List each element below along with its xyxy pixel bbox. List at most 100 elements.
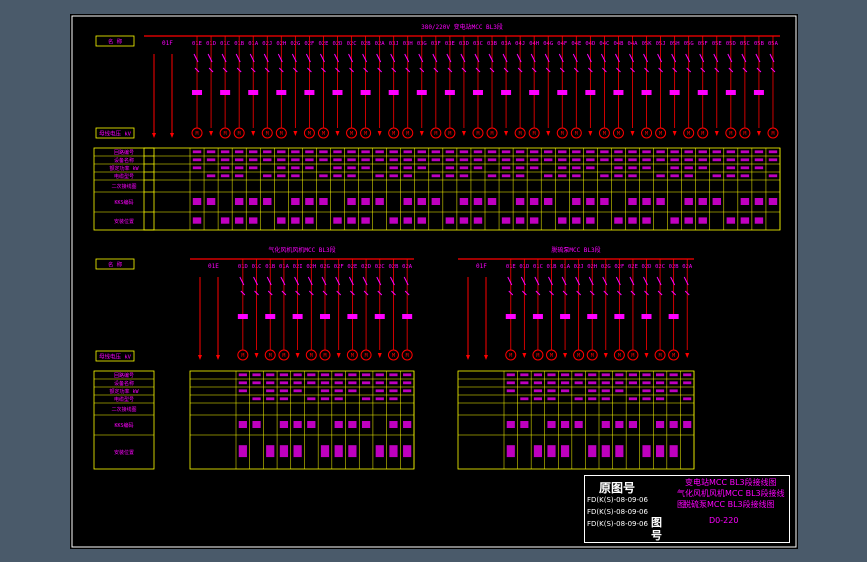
incomer-arrow	[216, 355, 220, 360]
table-cell-text	[361, 217, 370, 224]
table-cell-text	[431, 150, 441, 154]
table-cell-text	[293, 373, 302, 377]
table-cell-text	[684, 158, 693, 162]
table-cell-text	[600, 198, 609, 205]
table-cell-text	[277, 174, 286, 178]
table-cell-text	[501, 166, 511, 170]
motor-label: M	[406, 353, 409, 359]
table-cell-text	[249, 166, 258, 170]
table-cell-text	[291, 166, 300, 170]
table-cell-text	[389, 389, 398, 393]
table-cell-text	[361, 166, 370, 170]
drawing-frame: 名 称母线电压 kV 名 称母线电压 kV 380/220V 变电站MCC BL3段…	[70, 14, 798, 549]
table-cell-text	[628, 373, 637, 377]
table-cell-text	[600, 150, 609, 154]
table-cell-text	[277, 150, 286, 154]
table-cell-text	[334, 373, 343, 377]
table-cell-text	[712, 174, 721, 178]
table-cell-text	[642, 198, 651, 205]
table-cell-text	[615, 381, 624, 385]
table-cell-text	[656, 373, 665, 377]
thermal-relay	[248, 90, 259, 95]
table-cell-text	[614, 150, 623, 154]
table-cell-text	[293, 445, 302, 458]
thermal-relay	[614, 314, 625, 319]
table-cell-text	[529, 166, 539, 170]
table-cell-text	[615, 421, 624, 428]
feeder-arrow	[756, 131, 761, 136]
thermal-relay	[374, 314, 385, 319]
thermal-relay	[237, 314, 248, 319]
thermal-relay	[304, 90, 315, 95]
table-cell-text	[558, 217, 567, 224]
feeder-arrow	[672, 131, 677, 136]
table-cell-text	[403, 445, 412, 458]
table-cell-text	[234, 158, 244, 162]
table-cell-text	[361, 158, 370, 162]
table-cell-text	[238, 373, 247, 377]
table-cell-text	[279, 373, 289, 377]
table-cell-text	[445, 166, 455, 170]
table-cell-text	[277, 217, 286, 224]
thermal-relay	[472, 90, 483, 95]
breaker-symbol	[586, 53, 592, 63]
row-label: 额定功率 kW	[109, 165, 139, 172]
thermal-relay	[444, 90, 455, 95]
panel-header: 380/220V 变电站MCC BL3段	[421, 23, 503, 31]
table-cell-text	[601, 373, 610, 377]
breaker-symbol	[629, 276, 635, 286]
table-cell-text	[206, 198, 216, 205]
thermal-relay	[753, 90, 764, 95]
table-cell-text	[375, 174, 384, 178]
table-cell-text	[320, 445, 330, 458]
table-cell-text	[628, 421, 637, 428]
label-text: 名 称	[108, 38, 123, 46]
table-cell-text	[403, 389, 412, 393]
feeder-arrow	[546, 131, 551, 136]
table-cell-text	[389, 150, 398, 154]
breaker-symbol	[671, 53, 677, 63]
table-cell-text	[572, 174, 581, 178]
table-cell-text	[266, 373, 275, 377]
table-cell-text	[628, 397, 637, 401]
table-cell-text	[670, 158, 679, 162]
table-cell-text	[375, 198, 384, 205]
feeder-arrow	[522, 353, 527, 358]
table-cell-text	[656, 158, 665, 162]
table-cell-text	[487, 150, 497, 154]
table-cell-text	[533, 373, 542, 377]
table-cell-text	[558, 158, 567, 162]
table-cell-text	[417, 166, 426, 170]
table-cell-text	[347, 166, 356, 170]
table-cell-text	[361, 421, 371, 428]
table-cell-text	[206, 150, 216, 154]
motor-label: M	[687, 131, 690, 137]
table-cell-text	[754, 198, 764, 205]
table-cell-text	[529, 217, 539, 224]
thermal-relay	[641, 90, 652, 95]
table-cell-text	[375, 373, 384, 377]
table-cell-text	[375, 158, 384, 162]
breaker-symbol	[670, 276, 676, 286]
feeder-arrow	[461, 131, 466, 136]
table-cell-text	[319, 150, 328, 154]
table-cell-text	[473, 198, 483, 205]
table-cell-text	[740, 198, 750, 205]
table-cell-text	[601, 397, 610, 401]
table-cell-text	[574, 381, 583, 385]
table-cell-text	[238, 381, 247, 385]
table-cell-text	[669, 421, 678, 428]
breaker-symbol	[755, 53, 761, 63]
table-cell-text	[348, 421, 357, 428]
table-cell-text	[305, 166, 314, 170]
table-cell-text	[520, 373, 529, 377]
motor-label: M	[519, 131, 522, 137]
table-cell-text	[375, 445, 384, 458]
label-text: 母线电压 kV	[99, 130, 132, 138]
table-cell-text	[768, 174, 778, 178]
table-cell-text	[628, 158, 637, 162]
motor-label: M	[659, 353, 662, 359]
motor-label: M	[196, 131, 199, 137]
breaker-symbol	[685, 53, 691, 63]
motor-label: M	[224, 131, 227, 137]
